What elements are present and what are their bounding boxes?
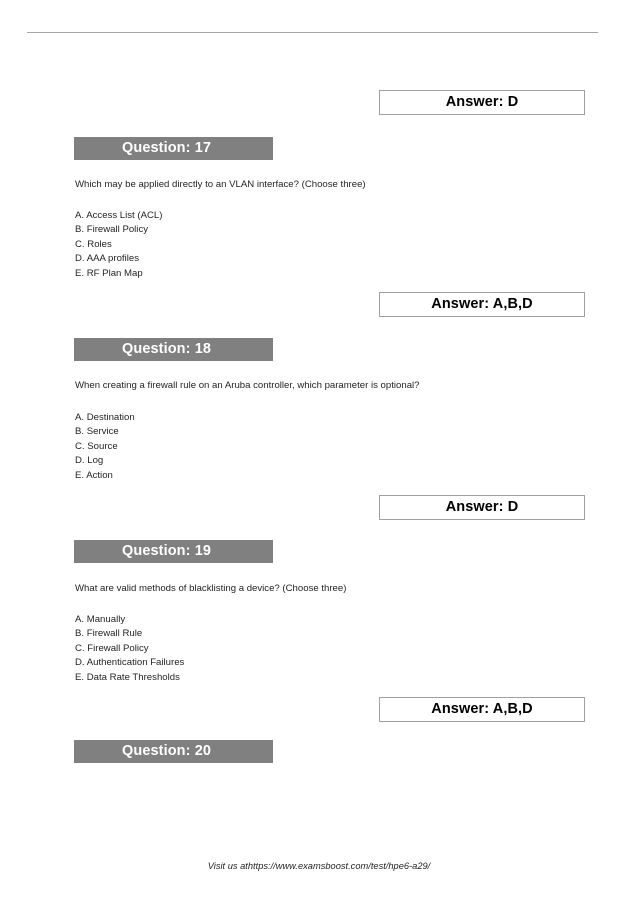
option-item: A. Manually xyxy=(75,614,126,625)
option-item: C. Source xyxy=(75,440,118,452)
option-item: B. Firewall Policy xyxy=(75,224,149,236)
option-item: D. Authentication Failures xyxy=(75,657,185,669)
question-prompt-18: When creating a firewall rule on an Arub… xyxy=(75,380,420,391)
question-header-17: Question: 17 xyxy=(74,137,273,160)
option-item: A. Access List (ACL) xyxy=(75,210,163,221)
option-item: E. Data Rate Thresholds xyxy=(75,671,180,683)
exam-document-page: Answer: D Question: 17 Which may be appl… xyxy=(0,0,638,903)
question-options-19: A. Manually B. Firewall Rule C. Firewall… xyxy=(75,613,184,685)
answer-box-q17: Answer: A,B,D xyxy=(379,292,585,317)
page-footer: Visit us athttps://www.examsboost.com/te… xyxy=(207,861,431,871)
option-item: B. Service xyxy=(75,426,119,438)
option-item: C. Roles xyxy=(75,238,112,250)
option-item: E. RF Plan Map xyxy=(75,267,143,279)
answer-label-q19: Answer: A,B,D xyxy=(431,701,533,718)
option-item: B. Firewall Rule xyxy=(75,628,143,640)
option-item: D. AAA profiles xyxy=(75,253,139,265)
option-item: E. Action xyxy=(75,469,113,481)
header-divider-rule xyxy=(27,32,598,33)
question-header-label-19: Question: 19 xyxy=(122,543,212,560)
option-item: C. Firewall Policy xyxy=(75,642,149,654)
question-header-label-18: Question: 18 xyxy=(122,341,212,358)
answer-box-q18: Answer: D xyxy=(379,495,585,520)
answer-box-q19: Answer: A,B,D xyxy=(379,697,585,722)
answer-label-q16: Answer: D xyxy=(445,94,519,111)
answer-box-q16: Answer: D xyxy=(379,90,585,115)
question-header-20: Question: 20 xyxy=(74,740,273,763)
question-prompt-19: What are valid methods of blacklisting a… xyxy=(75,583,347,594)
question-options-18: A. Destination B. Service C. Source D. L… xyxy=(75,411,135,483)
question-header-18: Question: 18 xyxy=(74,338,273,361)
answer-label-q17: Answer: A,B,D xyxy=(431,296,533,313)
option-item: A. Destination xyxy=(75,412,135,423)
question-options-17: A. Access List (ACL) B. Firewall Policy … xyxy=(75,209,162,281)
option-item: D. Log xyxy=(75,455,104,467)
question-header-label-17: Question: 17 xyxy=(122,140,212,157)
question-prompt-17: Which may be applied directly to an VLAN… xyxy=(75,179,366,190)
answer-label-q18: Answer: D xyxy=(445,499,519,516)
question-header-label-20: Question: 20 xyxy=(122,743,212,760)
question-header-19: Question: 19 xyxy=(74,540,273,563)
